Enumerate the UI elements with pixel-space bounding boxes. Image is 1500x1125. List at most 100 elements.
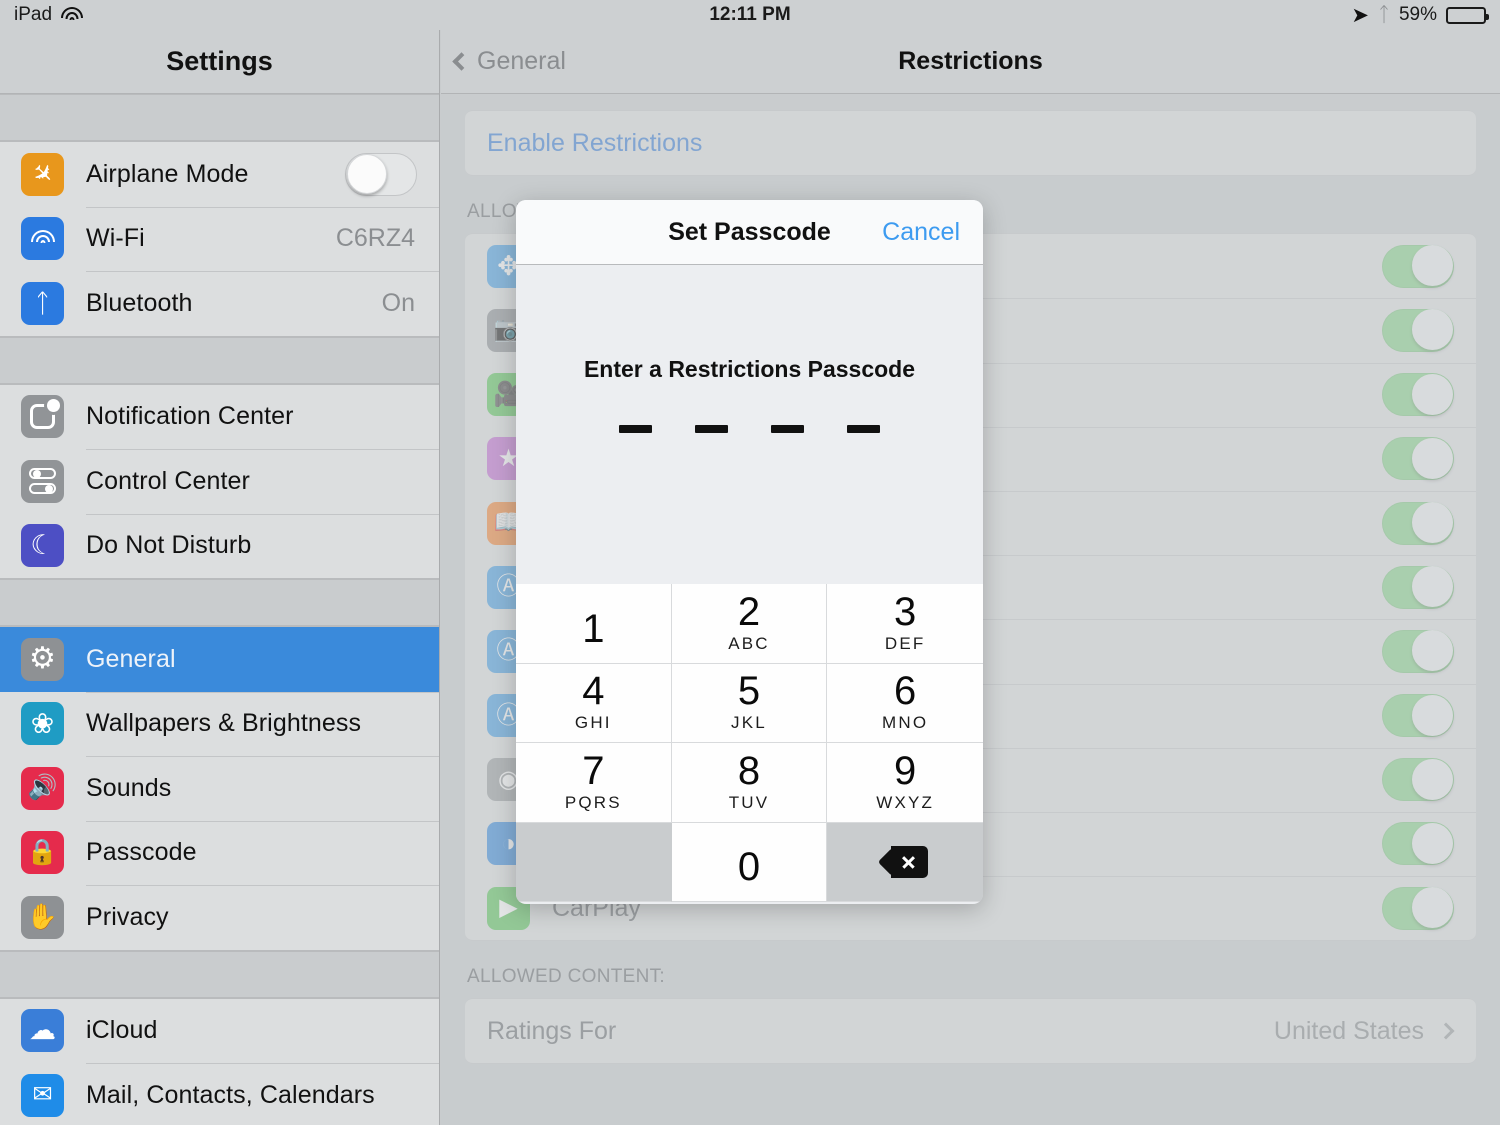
keypad-blank-key [516, 822, 672, 902]
keypad-key-4[interactable]: 4 GHI [516, 663, 672, 743]
allow-row-toggle[interactable] [1382, 886, 1454, 930]
modal-title: Set Passcode [668, 217, 831, 246]
moon-icon: ☾ [21, 524, 64, 568]
bluetooth-icon: ᛏ [21, 281, 64, 325]
page-title: Settings [0, 30, 439, 94]
sidebar-item-label: Privacy [86, 902, 169, 931]
sidebar-group: ☁ iCloud ✉ Mail, Contacts, Calendars [0, 997, 439, 1125]
bluetooth-icon: ᛏ [1377, 4, 1390, 26]
lock-icon: 🔒 [21, 831, 64, 875]
sidebar-item-label: Wi-Fi [86, 224, 145, 253]
sidebar-item-value: C6RZ4 [335, 224, 415, 253]
keypad-digit: 0 [737, 845, 761, 890]
enable-restrictions-cell[interactable]: Enable Restrictions [465, 111, 1476, 175]
backspace-delete-icon [878, 845, 929, 878]
keypad-digit: 8 [737, 748, 761, 793]
ratings-for-value: United States [1273, 1016, 1424, 1045]
sidebar-item-wi-fi[interactable]: Wi-Fi C6RZ4 [0, 206, 439, 271]
keypad-letters: MNO [882, 713, 929, 733]
mail-icon: ✉ [21, 1073, 64, 1117]
sidebar-group-separator [0, 336, 439, 384]
keypad-key-3[interactable]: 3 DEF [827, 584, 983, 664]
passcode-prompt: Enter a Restrictions Passcode [583, 356, 916, 382]
sidebar-item-label: Bluetooth [86, 288, 193, 317]
status-bar-right: ➤ ᛏ 59% [1351, 4, 1489, 26]
keypad-key-8[interactable]: 8 TUV [671, 743, 828, 823]
notification-center-icon [21, 395, 64, 439]
allow-row-toggle[interactable] [1382, 822, 1454, 866]
battery-percent-label: 59% [1398, 4, 1437, 25]
sidebar-item-bluetooth[interactable]: ᛏ Bluetooth On [0, 271, 439, 336]
sidebar-item-privacy[interactable]: ✋ Privacy [0, 885, 439, 950]
modal-header: Set Passcode Cancel [516, 200, 983, 265]
sidebar-item-control-center[interactable]: Control Center [0, 449, 439, 514]
sidebar-group: ✈ Airplane Mode Wi-Fi C6RZ4 ᛏ Bluetooth On [0, 141, 439, 337]
sidebar-item-label: Wallpapers & Brightness [86, 709, 362, 738]
keypad-key-0[interactable]: 0 [671, 822, 828, 902]
sidebar-group: ⚙ General ❀ Wallpapers & Brightness 🔊 Sounds 🔒… [0, 626, 439, 951]
control-center-icon [21, 459, 64, 503]
allow-row-toggle[interactable] [1382, 758, 1454, 802]
allow-row-toggle[interactable] [1382, 694, 1454, 738]
allow-row-toggle[interactable] [1382, 629, 1454, 673]
chevron-right-icon [1437, 1022, 1455, 1040]
keypad-key-1[interactable]: 1 [516, 584, 672, 664]
status-bar-clock: 12:11 PM [709, 4, 791, 25]
sidebar-item-label: Notification Center [86, 402, 294, 431]
sidebar-group-separator [0, 950, 439, 998]
enable-restrictions-group: Enable Restrictions [465, 110, 1476, 177]
keypad-digit: 2 [737, 589, 761, 634]
ratings-for-label: Ratings For [487, 1016, 617, 1045]
sidebar-item-notification-center[interactable]: Notification Center [0, 384, 439, 449]
keypad-digit: 9 [894, 748, 917, 793]
hand-icon: ✋ [21, 895, 64, 939]
sidebar-item-label: General [86, 644, 176, 673]
sidebar-item-label: Mail, Contacts, Calendars [86, 1080, 375, 1109]
sidebar-group-separator [0, 94, 439, 141]
status-bar: iPad 12:11 PM ➤ ᛏ 59% [0, 0, 1500, 30]
keypad-letters: GHI [574, 713, 612, 733]
keypad-key-9[interactable]: 9 WXYZ [827, 743, 983, 823]
keypad-key-2[interactable]: 2 ABC [671, 584, 828, 664]
keypad-letters: WXYZ [876, 792, 935, 812]
keypad-letters: DEF [884, 633, 926, 653]
passcode-entry-field[interactable] [516, 425, 983, 433]
passcode-dash [847, 425, 880, 433]
keypad-letters: ABC [728, 633, 770, 653]
passcode-dash [771, 425, 804, 433]
allow-row-toggle[interactable] [1382, 501, 1454, 545]
sidebar-item-mail-contacts-calendars[interactable]: ✉ Mail, Contacts, Calendars [0, 1063, 439, 1125]
sidebar-item-wallpapers-brightness[interactable]: ❀ Wallpapers & Brightness [0, 691, 439, 756]
allow-row-toggle[interactable] [1382, 437, 1454, 481]
ratings-for-cell[interactable]: Ratings For United States [465, 999, 1476, 1063]
allow-row-toggle[interactable] [1382, 308, 1454, 352]
keypad-digit: 3 [894, 589, 917, 634]
keypad-delete-key[interactable] [827, 822, 983, 902]
numeric-keypad: 1 2 ABC 3 DEF 4 GHI 5 JKL 6 MNO 7 PQRS 8 TUV 9 WXYZ 0 [516, 584, 983, 902]
keypad-letters: JKL [731, 713, 767, 733]
detail-nav-bar: General Restrictions [441, 30, 1500, 94]
sidebar-list: ✈ Airplane Mode Wi-Fi C6RZ4 ᛏ Bluetooth On Noti… [0, 94, 439, 1125]
sidebar-item-do-not-disturb[interactable]: ☾ Do Not Disturb [0, 513, 439, 578]
set-passcode-modal: Set Passcode Cancel Enter a Restrictions… [516, 200, 983, 904]
allow-row-toggle[interactable] [1382, 244, 1454, 288]
sidebar-item-passcode[interactable]: 🔒 Passcode [0, 820, 439, 885]
battery-icon [1446, 6, 1489, 24]
sidebar-item-toggle[interactable] [345, 152, 417, 196]
allow-row-toggle[interactable] [1382, 373, 1454, 417]
allow-row-toggle[interactable] [1382, 565, 1454, 609]
keypad-key-6[interactable]: 6 MNO [827, 663, 983, 743]
sidebar-item-general[interactable]: ⚙ General [0, 627, 439, 692]
keypad-digit: 4 [582, 669, 605, 714]
sidebar-item-sounds[interactable]: 🔊 Sounds [0, 756, 439, 821]
wallpaper-flower-icon: ❀ [21, 702, 64, 746]
sidebar-item-airplane-mode[interactable]: ✈ Airplane Mode [0, 142, 439, 207]
sidebar-group: Notification Center Control Center ☾ Do Not… [0, 383, 439, 579]
sidebar-item-label: Do Not Disturb [86, 531, 252, 560]
sidebar-item-value: On [381, 288, 415, 317]
cancel-button[interactable]: Cancel [882, 218, 960, 247]
sidebar-item-icloud[interactable]: ☁ iCloud [0, 998, 439, 1063]
keypad-key-7[interactable]: 7 PQRS [516, 743, 672, 823]
keypad-key-5[interactable]: 5 JKL [671, 663, 828, 743]
keypad-letters: PQRS [564, 792, 622, 812]
